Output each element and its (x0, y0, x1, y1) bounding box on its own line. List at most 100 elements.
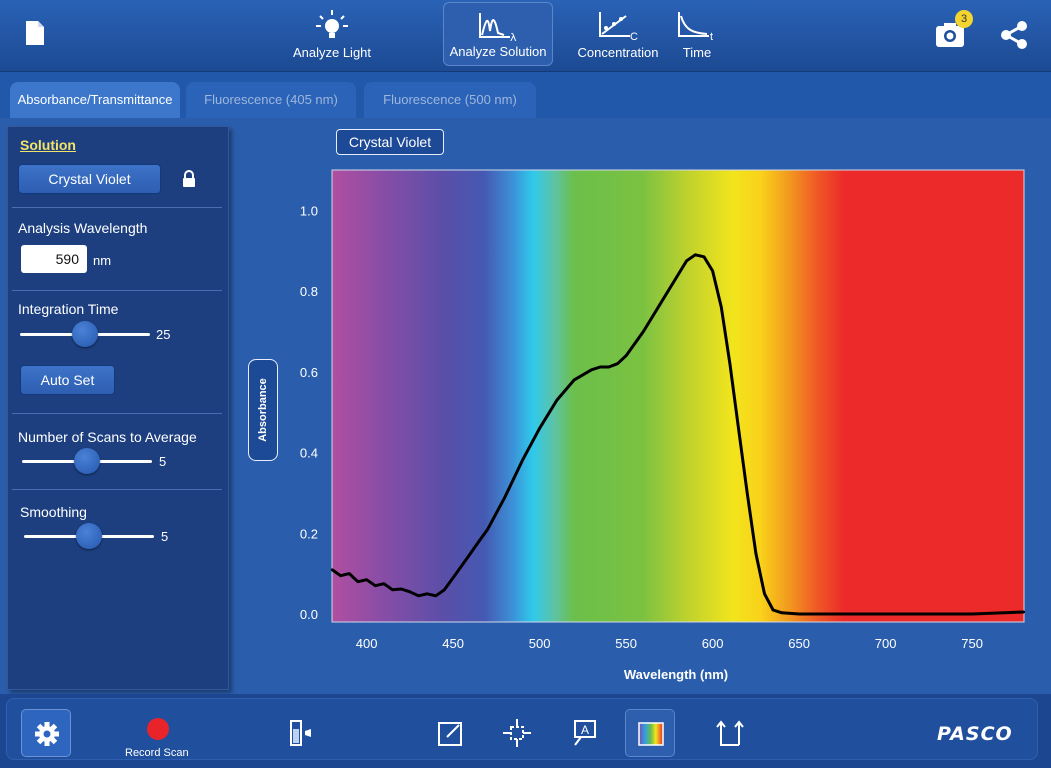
data-point (616, 362, 619, 365)
data-point (694, 253, 697, 256)
spectrum-icon (638, 722, 664, 746)
main-content: Solution Crystal Violet Analysis Wavelen… (0, 118, 1051, 694)
data-point (348, 572, 351, 575)
nav-analyze-light[interactable]: Analyze Light (280, 2, 384, 66)
share-icon[interactable] (998, 20, 1030, 50)
x-tick-label: 550 (615, 636, 637, 651)
data-point (702, 255, 706, 258)
data-point (711, 269, 714, 273)
data-point (443, 588, 446, 591)
data-point (374, 584, 377, 587)
svg-text:C: C (630, 31, 638, 43)
record-scan-label: Record Scan (125, 747, 189, 759)
cuvette-icon[interactable] (285, 717, 317, 749)
data-point (538, 427, 541, 430)
record-scan-button[interactable] (147, 718, 169, 740)
y-tick-label: 0.2 (300, 526, 318, 541)
absorbance-chart[interactable]: 0.0 0.2 0.4 0.6 0.8 1.0 400 450 500 550 600 650 700… (0, 118, 1051, 694)
data-point (685, 259, 688, 263)
data-point (624, 354, 628, 357)
data-point (365, 578, 368, 581)
data-point (451, 576, 455, 579)
time-icon: t (678, 12, 713, 43)
data-point (676, 273, 680, 277)
snapshot-count-badge: 3 (955, 10, 973, 28)
bulb-icon (316, 10, 348, 38)
data-point (417, 594, 420, 598)
nav-time[interactable]: t Time (672, 2, 722, 66)
annotation-icon[interactable]: A (569, 717, 601, 749)
data-point (754, 552, 758, 555)
data-point (737, 427, 740, 430)
y-tick-label: 0.4 (300, 446, 318, 461)
data-point (339, 574, 342, 577)
tab-bar: Absorbance/Transmittance Fluorescence (4… (0, 72, 1051, 118)
nav-label: Concentration (577, 45, 659, 60)
data-point (590, 368, 593, 371)
tab-absorbance-transmittance[interactable]: Absorbance/Transmittance (10, 82, 180, 118)
data-point (771, 608, 775, 612)
concentration-icon: C (599, 12, 638, 43)
scale-to-fit-icon[interactable] (435, 717, 467, 749)
data-point (598, 365, 602, 369)
data-point (400, 587, 403, 591)
spectrum-background (331, 169, 1025, 623)
nav-concentration[interactable]: C Concentration (570, 2, 666, 66)
data-point (425, 592, 429, 596)
data-point (382, 582, 386, 585)
svg-text:t: t (710, 31, 713, 43)
data-point (797, 612, 801, 616)
data-point (607, 365, 610, 369)
x-tick-label: 500 (529, 636, 551, 651)
nav-label: Analyze Solution (449, 44, 547, 59)
data-point (469, 552, 472, 555)
y-tick-label: 0.0 (300, 607, 318, 622)
svg-text:A: A (581, 723, 589, 737)
axis-scale-icon[interactable] (713, 717, 745, 749)
document-icon[interactable] (24, 20, 46, 46)
data-point (356, 580, 360, 583)
settings-button[interactable] (21, 709, 71, 757)
x-axis-label: Wavelength (nm) (624, 667, 728, 682)
data-point (503, 495, 507, 499)
x-tick-label: 600 (702, 636, 724, 651)
data-point (763, 592, 766, 596)
x-tick-label: 450 (442, 636, 464, 651)
y-tick-label: 0.8 (300, 284, 318, 299)
data-point (408, 590, 412, 593)
tab-fluorescence-405[interactable]: Fluorescence (405 nm) (186, 82, 356, 118)
data-point (659, 302, 662, 305)
data-point (720, 306, 723, 309)
spectrum-toggle-button[interactable] (625, 709, 675, 757)
tab-fluorescence-500[interactable]: Fluorescence (500 nm) (364, 82, 536, 118)
pasco-logo: PASCO (937, 723, 1013, 745)
data-point (521, 459, 524, 462)
data-point (330, 568, 334, 571)
x-tick-label: 700 (875, 636, 897, 651)
data-point (746, 491, 749, 495)
data-point (434, 594, 437, 598)
nav-analyze-solution[interactable]: λ Analyze Solution (443, 2, 553, 66)
x-tick-label: 750 (961, 636, 983, 651)
x-tick-label: 650 (788, 636, 810, 651)
gear-icon (35, 722, 59, 746)
data-point (486, 528, 489, 531)
bottom-toolbar-inner: Record Scan A PASCO (6, 698, 1038, 760)
data-point (477, 540, 481, 543)
data-point (970, 612, 974, 616)
data-point (555, 398, 559, 402)
data-point (884, 612, 887, 616)
data-point (391, 588, 394, 591)
data-point (642, 330, 645, 333)
nav-label: Time (682, 45, 712, 60)
coordinates-tool-icon[interactable] (501, 717, 533, 749)
y-tick-label: 1.0 (300, 203, 318, 218)
y-tick-label: 0.6 (300, 365, 318, 380)
data-point (460, 564, 463, 567)
data-point (573, 378, 576, 382)
top-toolbar: Analyze Light λ Analyze Solution C Conce… (0, 0, 1051, 72)
data-point (780, 611, 783, 614)
data-point (728, 362, 732, 365)
nav-label: Analyze Light (292, 45, 372, 60)
svg-text:λ: λ (510, 31, 517, 44)
